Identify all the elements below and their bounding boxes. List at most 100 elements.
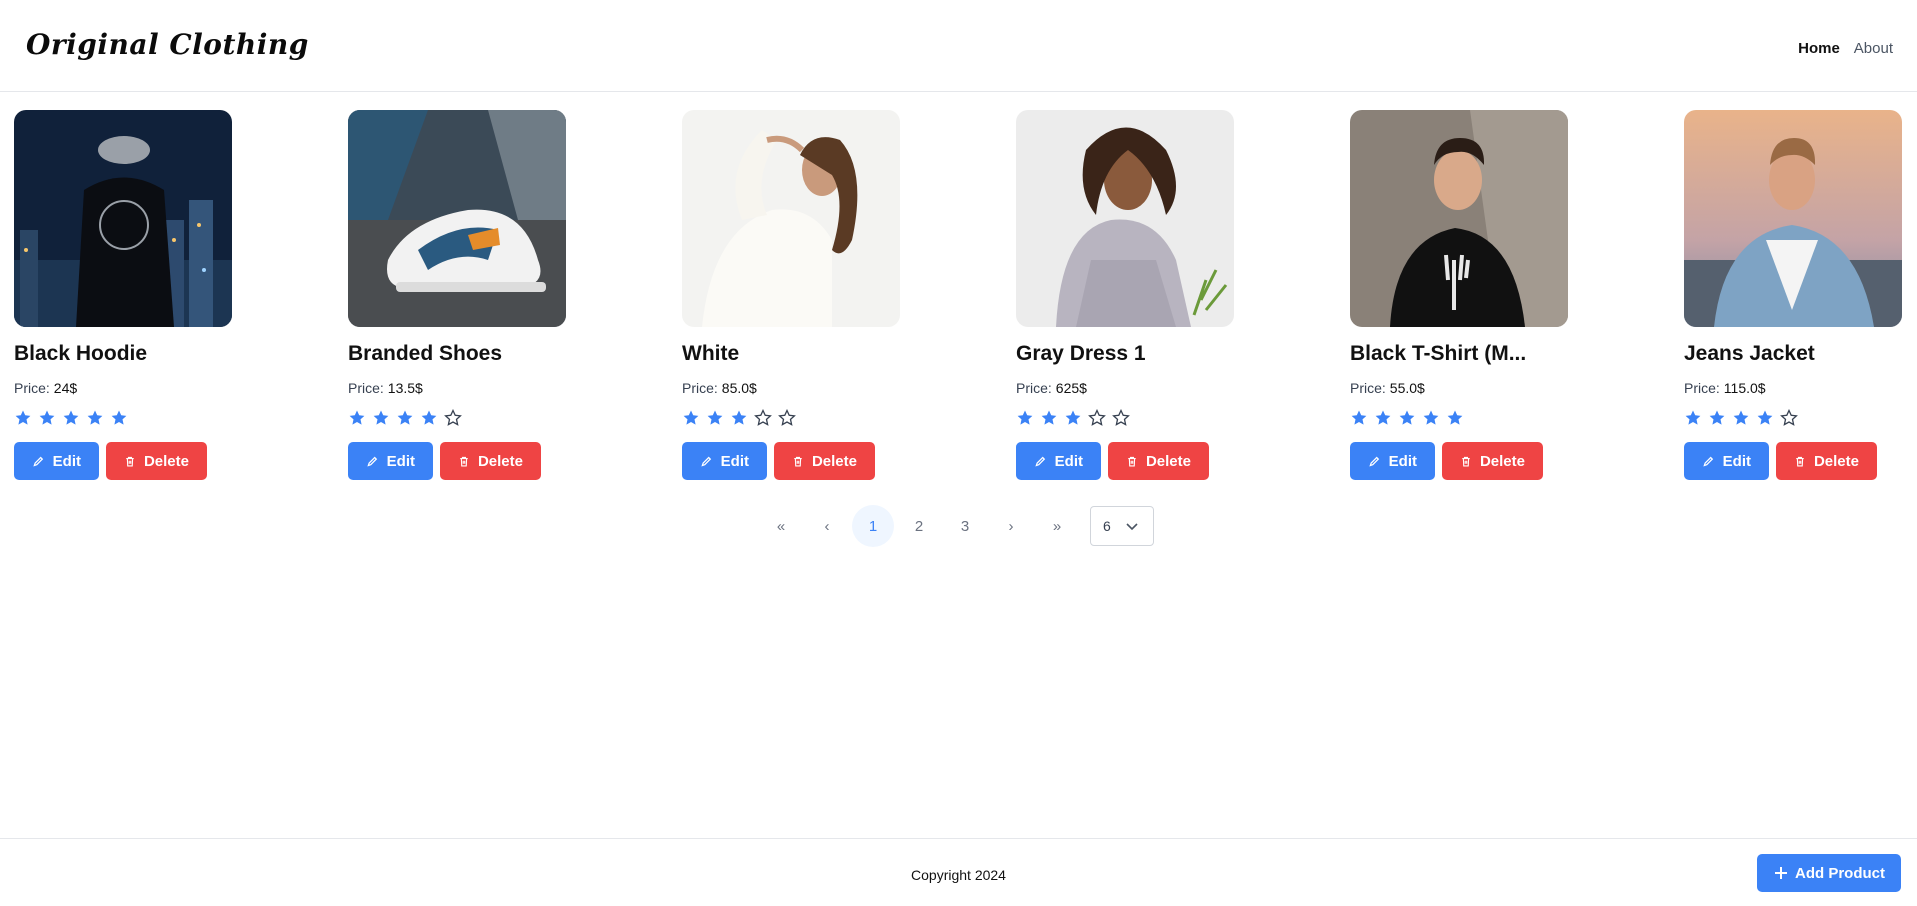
pencil-icon xyxy=(33,456,44,466)
pagination: « ‹ 1 2 3 › » 6 xyxy=(760,505,1154,547)
product-image[interactable] xyxy=(14,110,232,327)
star-filled-icon xyxy=(1351,410,1367,425)
rating-stars xyxy=(1016,409,1276,427)
star-filled-icon xyxy=(1685,410,1701,425)
delete-button[interactable]: Delete xyxy=(440,442,541,480)
edit-button[interactable]: Edit xyxy=(1684,442,1769,480)
price-label: Price: xyxy=(348,380,384,396)
product-card: Jeans Jacket Price: 115.0$ Edit Delete xyxy=(1684,110,1917,480)
prev-page-button[interactable]: ‹ xyxy=(806,505,848,547)
price-value: 625$ xyxy=(1055,380,1087,396)
delete-label: Delete xyxy=(1479,452,1525,470)
add-product-button[interactable]: Add Product xyxy=(1757,854,1901,892)
rating-stars xyxy=(1684,409,1917,427)
page-button-2[interactable]: 2 xyxy=(898,505,940,547)
nav-about-link[interactable]: About xyxy=(1854,40,1893,57)
star-filled-icon xyxy=(1399,410,1415,425)
first-page-button[interactable]: « xyxy=(760,505,802,547)
last-page-button[interactable]: » xyxy=(1036,505,1078,547)
product-image[interactable] xyxy=(682,110,900,327)
delete-button[interactable]: Delete xyxy=(1108,442,1209,480)
price-label: Price: xyxy=(1684,380,1720,396)
star-filled-icon xyxy=(111,410,127,425)
product-card: White Price: 85.0$ Edit Delete xyxy=(682,110,942,480)
edit-button[interactable]: Edit xyxy=(14,442,99,480)
star-empty-icon xyxy=(1088,409,1106,426)
delete-button[interactable]: Delete xyxy=(774,442,875,480)
star-filled-icon xyxy=(731,410,747,425)
product-name[interactable]: Gray Dress 1 xyxy=(1016,342,1276,366)
plus-icon xyxy=(1775,867,1787,879)
star-filled-icon xyxy=(1375,410,1391,425)
star-empty-icon xyxy=(754,409,772,426)
price-label: Price: xyxy=(682,380,718,396)
delete-button[interactable]: Delete xyxy=(1776,442,1877,480)
delete-label: Delete xyxy=(1145,452,1191,470)
rating-stars xyxy=(14,409,274,427)
delete-button[interactable]: Delete xyxy=(106,442,207,480)
star-filled-icon xyxy=(1709,410,1725,425)
delete-button[interactable]: Delete xyxy=(1442,442,1543,480)
star-filled-icon xyxy=(1423,410,1439,425)
star-filled-icon xyxy=(397,410,413,425)
card-actions: Edit Delete xyxy=(14,442,274,480)
star-filled-icon xyxy=(39,410,55,425)
trash-icon xyxy=(1796,456,1804,467)
trash-icon xyxy=(1462,456,1470,467)
product-name[interactable]: Branded Shoes xyxy=(348,342,608,366)
card-actions: Edit Delete xyxy=(348,442,608,480)
rating-stars xyxy=(1350,409,1610,427)
product-image[interactable] xyxy=(1684,110,1902,327)
trash-icon xyxy=(794,456,802,467)
product-name[interactable]: White xyxy=(682,342,942,366)
star-filled-icon xyxy=(421,410,437,425)
product-image[interactable] xyxy=(1350,110,1568,327)
trash-icon xyxy=(460,456,468,467)
product-price: Price: 625$ xyxy=(1016,380,1276,396)
edit-button[interactable]: Edit xyxy=(682,442,767,480)
price-label: Price: xyxy=(1016,380,1052,396)
product-price: Price: 24$ xyxy=(14,380,274,396)
product-image[interactable] xyxy=(348,110,566,327)
main-nav: Home About xyxy=(1798,40,1893,57)
page-size-value: 6 xyxy=(1103,518,1111,534)
product-name[interactable]: Black T-Shirt (M... xyxy=(1350,342,1610,366)
page-size-select[interactable]: 6 xyxy=(1090,506,1154,546)
card-actions: Edit Delete xyxy=(1016,442,1276,480)
star-filled-icon xyxy=(1757,410,1773,425)
star-filled-icon xyxy=(87,410,103,425)
card-actions: Edit Delete xyxy=(682,442,942,480)
edit-button[interactable]: Edit xyxy=(348,442,433,480)
rating-stars xyxy=(348,409,608,427)
product-image[interactable] xyxy=(1016,110,1234,327)
edit-button[interactable]: Edit xyxy=(1350,442,1435,480)
product-grid: Black Hoodie Price: 24$ Edit Delete Brand… xyxy=(14,110,1904,490)
edit-label: Edit xyxy=(386,452,415,470)
star-filled-icon xyxy=(1041,410,1057,425)
card-actions: Edit Delete xyxy=(1350,442,1610,480)
product-card: Branded Shoes Price: 13.5$ Edit Delete xyxy=(348,110,608,480)
next-page-button[interactable]: › xyxy=(990,505,1032,547)
star-filled-icon xyxy=(1733,410,1749,425)
product-name[interactable]: Jeans Jacket xyxy=(1684,342,1917,366)
delete-label: Delete xyxy=(477,452,523,470)
edit-label: Edit xyxy=(1054,452,1083,470)
price-value: 115.0$ xyxy=(1723,380,1766,396)
price-value: 13.5$ xyxy=(387,380,423,396)
delete-label: Delete xyxy=(1813,452,1859,470)
product-name[interactable]: Black Hoodie xyxy=(14,342,274,366)
copyright-text: Copyright 2024 xyxy=(911,867,1006,883)
edit-button[interactable]: Edit xyxy=(1016,442,1101,480)
pencil-icon xyxy=(1703,456,1714,466)
page-button-3[interactable]: 3 xyxy=(944,505,986,547)
product-price: Price: 85.0$ xyxy=(682,380,942,396)
star-filled-icon xyxy=(373,410,389,425)
star-filled-icon xyxy=(1065,410,1081,425)
edit-label: Edit xyxy=(1388,452,1417,470)
star-empty-icon xyxy=(444,409,462,426)
brand-logo[interactable]: Original Clothing xyxy=(26,28,309,61)
star-filled-icon xyxy=(1447,410,1463,425)
rating-stars xyxy=(682,409,942,427)
nav-home-link[interactable]: Home xyxy=(1798,40,1840,57)
page-button-1[interactable]: 1 xyxy=(852,505,894,547)
